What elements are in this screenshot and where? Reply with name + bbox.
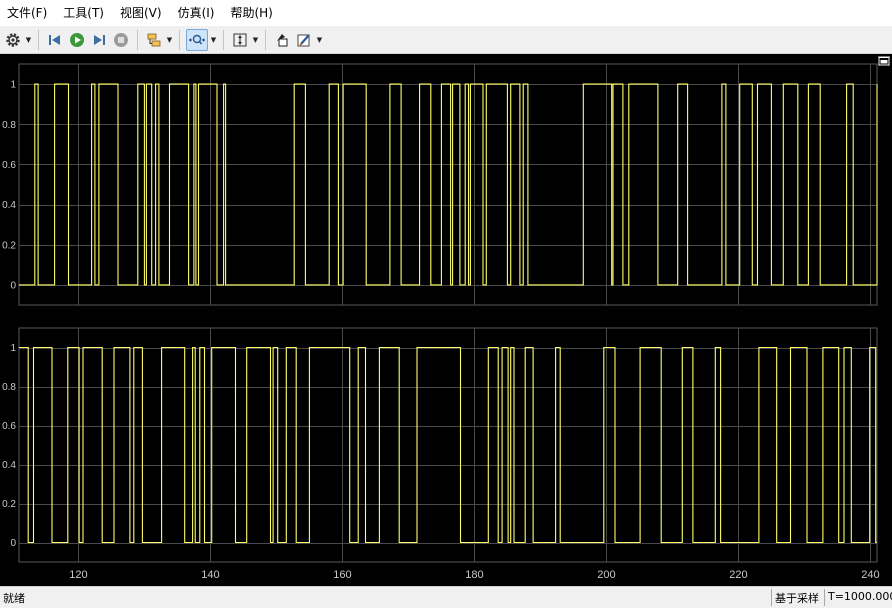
x-tick-label: 160	[333, 569, 351, 581]
step-forward-icon	[94, 34, 105, 45]
y-tick-label: 0.2	[2, 499, 16, 510]
status-time: T=1000.000	[828, 590, 892, 603]
step-back-button[interactable]	[45, 30, 65, 50]
toolbar-divider	[223, 29, 224, 50]
style-icon	[297, 33, 310, 46]
status-bar: 就绪 基于采样 T=1000.000	[0, 586, 892, 608]
autoscale-button[interactable]	[230, 30, 250, 50]
x-tick-label: 120	[69, 569, 87, 581]
toolbar-divider	[38, 29, 39, 50]
run-button[interactable]	[67, 30, 87, 50]
step-back-icon	[49, 34, 60, 45]
style-dropdown[interactable]: ▼	[315, 30, 324, 50]
menu-bar: 文件(F) 工具(T) 视图(V) 仿真(I) 帮助(H)	[0, 0, 892, 26]
menu-help[interactable]: 帮助(H)	[222, 2, 280, 24]
step-forward-button[interactable]	[89, 30, 109, 50]
bottom-axes-frame	[18, 327, 878, 563]
configuration-button[interactable]	[3, 30, 23, 50]
y-tick-label: 0.6	[2, 160, 16, 171]
menu-view[interactable]: 视图(V)	[112, 2, 170, 24]
y-tick-label: 1	[10, 80, 16, 91]
scope-plots: 0 0.2 0.4 0.6 0.8 1 0 0.2 0.4 0.6 0.8 1 120 140 160 180…	[2, 63, 880, 581]
y-tick-label: 0.8	[2, 120, 16, 131]
zoom-x-button[interactable]	[186, 28, 208, 51]
menu-tools[interactable]: 工具(T)	[55, 2, 112, 24]
toolbar: ▼ ▼ ▼ ▼ ▼	[0, 26, 892, 54]
x-tick-label: 180	[465, 569, 483, 581]
scope-plot-area: 0 0.2 0.4 0.6 0.8 1 0 0.2 0.4 0.6 0.8 1 120 140 160 180…	[0, 54, 892, 586]
stop-icon	[114, 32, 128, 47]
stop-button[interactable]	[111, 30, 131, 50]
x-tick-label: 140	[201, 569, 219, 581]
zoom-dropdown[interactable]: ▼	[209, 30, 218, 50]
toolbar-divider	[179, 29, 180, 50]
status-sample-rate: 基于采样	[775, 592, 819, 605]
y-tick-label: 0.2	[2, 240, 16, 251]
maximize-icon	[879, 58, 889, 65]
y-tick-label: 0.4	[2, 200, 16, 211]
status-divider	[771, 589, 772, 606]
x-tick-label: 200	[597, 569, 615, 581]
zoom-x-icon	[189, 34, 205, 44]
autoscale-icon	[233, 33, 247, 46]
autoscale-dropdown[interactable]: ▼	[251, 30, 260, 50]
y-tick-label: 0	[10, 280, 16, 291]
toolbar-divider	[137, 29, 138, 50]
run-icon	[70, 32, 84, 47]
x-tick-label: 220	[729, 569, 747, 581]
top-axes-frame	[18, 63, 878, 306]
signal-select-dropdown[interactable]: ▼	[165, 30, 174, 50]
y-tick-label: 1	[10, 343, 16, 354]
undock-button[interactable]	[878, 56, 890, 66]
signal-select-icon	[147, 33, 161, 46]
menu-simulation[interactable]: 仿真(I)	[170, 2, 223, 24]
toolbar-divider	[265, 29, 266, 50]
status-divider	[824, 589, 825, 606]
configuration-dropdown[interactable]: ▼	[24, 30, 33, 50]
highlight-block-icon	[277, 33, 288, 46]
status-ready: 就绪	[3, 592, 25, 605]
style-button[interactable]	[294, 30, 314, 50]
menu-file[interactable]: 文件(F)	[0, 2, 55, 24]
y-tick-label: 0	[10, 538, 16, 549]
gear-icon	[6, 32, 20, 47]
x-tick-label: 240	[861, 569, 879, 581]
y-tick-label: 0.8	[2, 382, 16, 393]
highlight-block-button[interactable]	[272, 30, 292, 50]
y-tick-label: 0.4	[2, 460, 16, 471]
signal-select-button[interactable]	[144, 30, 164, 50]
y-tick-label: 0.6	[2, 421, 16, 432]
